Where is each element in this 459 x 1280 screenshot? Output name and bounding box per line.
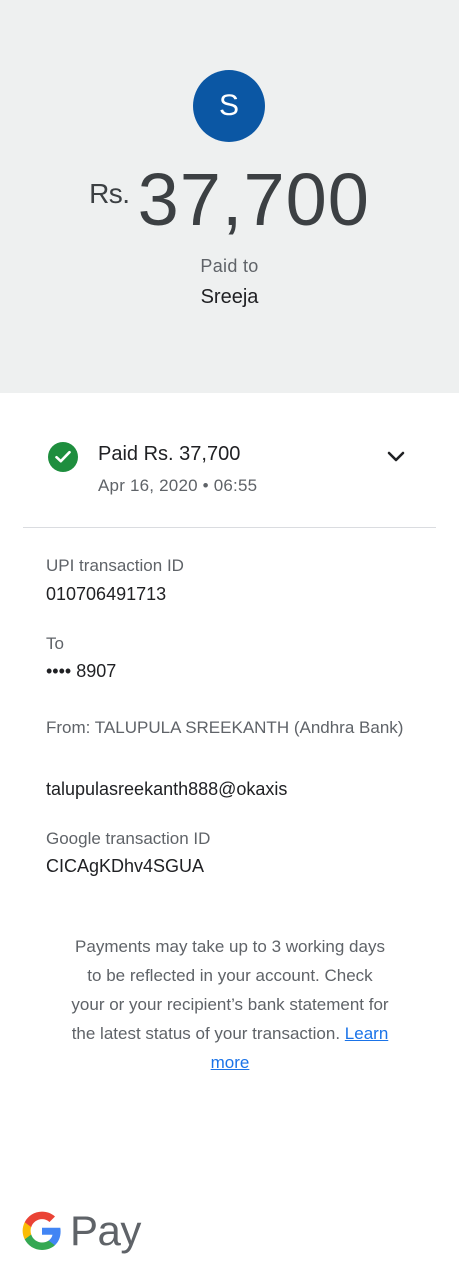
processing-notice: Payments may take up to 3 working days t… <box>70 932 390 1077</box>
upi-transaction-id-value: 010706491713 <box>46 584 167 604</box>
check-circle-icon <box>48 442 78 472</box>
pay-wordmark: Pay <box>70 1207 141 1254</box>
divider <box>23 527 436 528</box>
from-upi-id-value: talupulasreekanth888@okaxis <box>46 779 288 799</box>
google-transaction-id-value: CICAgKDhv4SGUA <box>46 856 205 876</box>
status-title: Paid Rs. 37,700 <box>98 443 241 465</box>
chevron-down-icon <box>387 451 405 462</box>
upi-transaction-id-label: UPI transaction ID <box>46 556 184 575</box>
amount-display: Rs. 37,700 <box>0 160 459 240</box>
google-transaction-id-label: Google transaction ID <box>46 829 211 848</box>
payment-summary-header: S Rs. 37,700 Paid to Sreeja <box>0 0 459 393</box>
paid-to-label: Paid to <box>200 256 259 276</box>
notice-text: Payments may take up to 3 working days t… <box>71 937 389 1043</box>
currency-label: Rs. <box>89 178 130 209</box>
to-label: To <box>46 634 64 653</box>
google-pay-logo: Pay <box>22 1207 152 1257</box>
expand-details-button[interactable] <box>378 440 414 476</box>
google-g-icon <box>22 1211 61 1250</box>
from-label: From: TALUPULA SREEKANTH (Andhra Bank) <box>46 718 404 737</box>
status-date: Apr 16, 2020 • 06:55 <box>98 476 258 495</box>
amount-value: 37,700 <box>137 158 370 241</box>
payee-name: Sreeja <box>200 286 259 308</box>
to-account-value: •••• 8907 <box>46 661 117 681</box>
avatar: S <box>193 70 265 142</box>
